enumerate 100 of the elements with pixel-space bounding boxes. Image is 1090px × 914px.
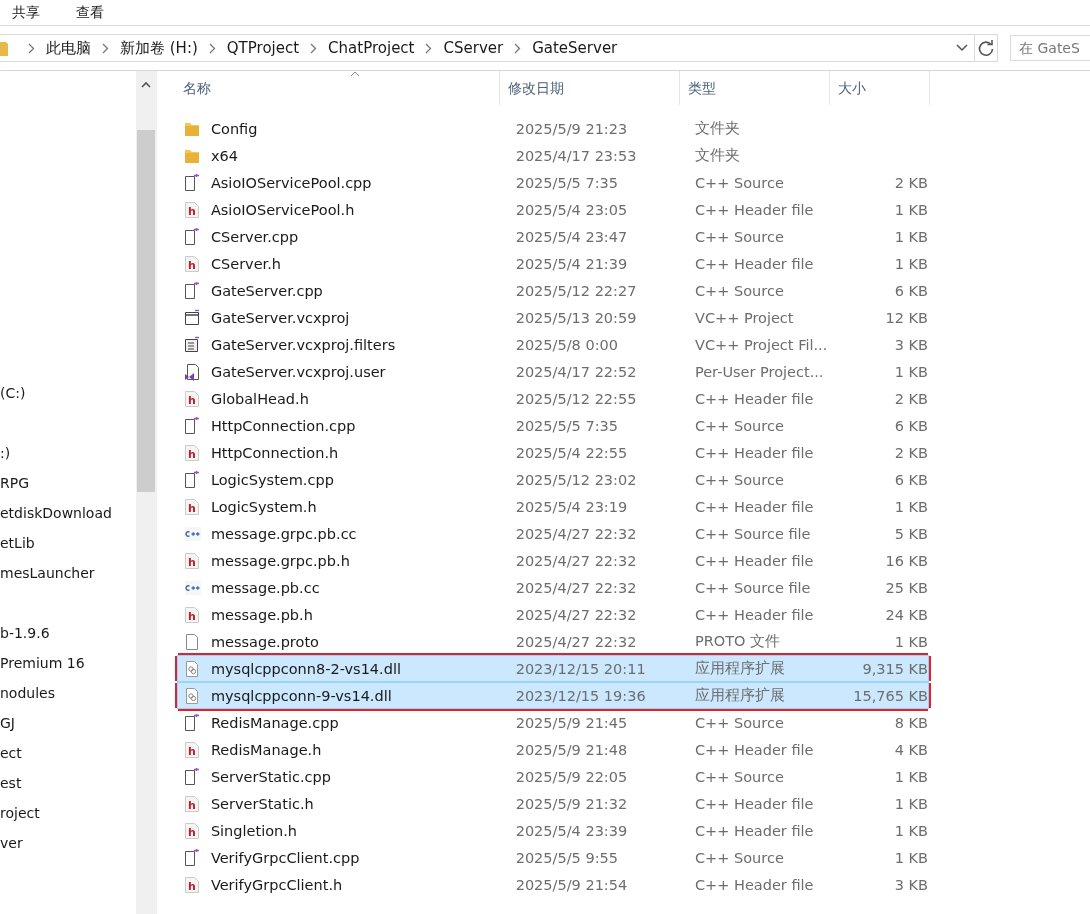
file-row[interactable]: h message.grpc.pb.h 2025/4/27 22:32 C++ Header file 16 KB (177, 547, 929, 574)
file-size: 4 KB (894, 741, 928, 758)
scroll-thumb[interactable] (137, 130, 155, 492)
column-header[interactable]: 大小 (830, 71, 930, 105)
file-row[interactable]: GateServer.cpp 2025/5/12 22:27 C++ Source 6 KB (177, 277, 929, 304)
breadcrumb[interactable]: 此电脑 (46, 38, 91, 58)
file-row[interactable]: h CServer.h 2025/5/4 21:39 C++ Header file 1 KB (177, 250, 929, 277)
file-type: C++ Source (693, 471, 785, 488)
file-type: C++ Header file (693, 552, 815, 569)
file-name: message.pb.cc (210, 579, 321, 596)
file-name: GateServer.vcxproj (210, 309, 351, 326)
file-size: 1 KB (894, 498, 928, 515)
sidebar-item[interactable]: mesLauncher (0, 558, 136, 588)
scroll-up-icon[interactable] (141, 81, 151, 88)
sidebar-item[interactable]: est (0, 768, 136, 798)
sidebar-item[interactable]: etLib (0, 528, 136, 558)
modified-date: 2025/5/4 22:55 (514, 444, 629, 461)
file-row[interactable]: mysqlcppconn-9-vs14.dll 2023/12/15 19:36 应用程序扩展 15,765 KB (177, 682, 929, 709)
header-file-icon: h (184, 740, 200, 759)
file-row[interactable]: ServerStatic.cpp 2025/5/9 22:05 C++ Source 1 KB (177, 763, 929, 790)
file-row[interactable]: VerifyGrpcClient.cpp 2025/5/5 9:55 C++ Source 1 KB (177, 844, 929, 871)
modified-date: 2025/5/9 21:32 (514, 795, 629, 812)
file-row[interactable]: h message.pb.h 2025/4/27 22:32 C++ Header file 24 KB (177, 601, 929, 628)
modified-date: 2025/5/12 22:27 (514, 282, 638, 299)
sidebar-item[interactable]: nodules (0, 678, 136, 708)
file-row[interactable]: h RedisManage.h 2025/5/9 21:48 C++ Header file 4 KB (177, 736, 929, 763)
dll-file-icon (184, 659, 200, 678)
sidebar-item[interactable]: :) (0, 438, 136, 468)
sidebar-item[interactable]: GJ (0, 708, 136, 738)
file-type: C++ Source (693, 714, 785, 731)
sidebar-item[interactable]: ver (0, 828, 136, 858)
file-row[interactable]: RedisManage.cpp 2025/5/9 21:45 C++ Source 8 KB (177, 709, 929, 736)
refresh-button[interactable] (975, 34, 998, 62)
file-size: 1 KB (894, 768, 928, 785)
file-name: AsioIOServicePool.h (210, 201, 356, 218)
file-row[interactable]: Config 2025/5/9 21:23 文件夹 (177, 115, 929, 142)
column-header[interactable]: 修改日期 (500, 71, 680, 105)
modified-date: 2025/5/5 9:55 (514, 849, 619, 866)
file-row[interactable]: message.proto 2025/4/27 22:32 PROTO 文件 1 KB (177, 628, 929, 655)
file-row[interactable]: HttpConnection.cpp 2025/5/5 7:35 C++ Source 6 KB (177, 412, 929, 439)
chevron-icon (102, 42, 109, 54)
scrollbar[interactable] (136, 71, 156, 914)
file-row[interactable]: mysqlcppconn8-2-vs14.dll 2023/12/15 20:11 应用程序扩展 9,315 KB (177, 655, 929, 682)
file-name: GlobalHead.h (210, 390, 310, 407)
sidebar-item[interactable]: ect (0, 738, 136, 768)
address-bar[interactable]: 此电脑 新加卷 (H:) QTProject ChatProject CServer GateServer (0, 34, 975, 62)
sidebar-item[interactable]: roject (0, 798, 136, 828)
dropdown-caret-icon[interactable] (956, 44, 968, 52)
file-name: message.pb.h (210, 606, 314, 623)
column-header[interactable]: 名称 (175, 71, 500, 105)
file-name: message.proto (210, 633, 320, 650)
breadcrumb[interactable]: 新加卷 (H:) (120, 38, 198, 58)
chevron-icon (310, 42, 318, 54)
breadcrumb[interactable]: CServer (443, 39, 504, 57)
sidebar-item[interactable]: Premium 16 (0, 648, 136, 678)
breadcrumb[interactable]: ChatProject (328, 39, 415, 57)
file-type: C++ Source (693, 282, 785, 299)
breadcrumb[interactable]: GateServer (532, 39, 618, 57)
file-row[interactable]: h GlobalHead.h 2025/5/12 22:55 C++ Header file 2 KB (177, 385, 929, 412)
file-row[interactable]: h HttpConnection.h 2025/5/4 22:55 C++ Header file 2 KB (177, 439, 929, 466)
header-file-icon: h (184, 497, 200, 516)
modified-date: 2025/5/9 21:45 (514, 714, 629, 731)
file-type: C++ Source file (693, 579, 812, 596)
file-row[interactable]: x64 2025/4/17 23:53 文件夹 (177, 142, 929, 169)
file-row[interactable]: h LogicSystem.h 2025/5/4 23:19 C++ Header file 1 KB (177, 493, 929, 520)
ribbon-tab[interactable]: 查看 (76, 3, 104, 22)
file-row[interactable]: h AsioIOServicePool.h 2025/5/4 23:05 C++ Header file 1 KB (177, 196, 929, 223)
file-row[interactable]: GateServer.vcxproj 2025/5/13 20:59 VC++ Project 12 KB (177, 304, 929, 331)
modified-date: 2025/5/9 21:23 (514, 120, 629, 137)
sidebar-item[interactable]: b-1.9.6 (0, 618, 136, 648)
file-row[interactable]: h ServerStatic.h 2025/5/9 21:32 C++ Header file 1 KB (177, 790, 929, 817)
file-row[interactable]: CServer.cpp 2025/5/4 23:47 C++ Source 1 KB (177, 223, 929, 250)
folder-icon (184, 147, 200, 164)
file-row[interactable]: message.grpc.pb.cc 2025/4/27 22:32 C++ Source file 5 KB (177, 520, 929, 547)
sidebar-item[interactable]: RPG (0, 468, 136, 498)
header-file-icon: h (184, 200, 200, 219)
file-type: C++ Source (693, 417, 785, 434)
sidebar-item[interactable]: (C:) (0, 378, 136, 408)
column-header[interactable]: 类型 (680, 71, 830, 105)
file-row[interactable]: GateServer.vcxproj.filters 2025/5/8 0:00 VC++ Project Fil... 3 KB (177, 331, 929, 358)
ribbon-tab[interactable]: 共享 (12, 3, 40, 22)
folder-icon (184, 120, 200, 137)
file-row[interactable]: message.pb.cc 2025/4/27 22:32 C++ Source file 25 KB (177, 574, 929, 601)
file-row[interactable]: AsioIOServicePool.cpp 2025/5/5 7:35 C++ Source 2 KB (177, 169, 929, 196)
file-row[interactable]: GateServer.vcxproj.user 2025/4/17 22:52 Per-User Project... 1 KB (177, 358, 929, 385)
file-row[interactable]: h VerifyGrpcClient.h 2025/5/9 21:54 C++ Header file 3 KB (177, 871, 929, 898)
search-field[interactable]: 在 GateS (1010, 35, 1090, 61)
file-row[interactable]: h Singletion.h 2025/5/4 23:39 C++ Header file 1 KB (177, 817, 929, 844)
modified-date: 2025/4/27 22:32 (514, 525, 638, 542)
folder-icon (0, 40, 10, 56)
file-row[interactable]: LogicSystem.cpp 2025/5/12 23:02 C++ Source 6 KB (177, 466, 929, 493)
sidebar-item[interactable]: etdiskDownload (0, 498, 136, 528)
file-name: mysqlcppconn8-2-vs14.dll (210, 660, 402, 677)
file-size: 2 KB (894, 444, 928, 461)
file-size: 1 KB (894, 201, 928, 218)
breadcrumb[interactable]: QTProject (226, 39, 300, 57)
file-size: 9,315 KB (862, 660, 928, 677)
file-type: 应用程序扩展 (693, 659, 786, 678)
cpp-file-icon (184, 848, 200, 867)
cpp-file-icon (184, 713, 200, 732)
